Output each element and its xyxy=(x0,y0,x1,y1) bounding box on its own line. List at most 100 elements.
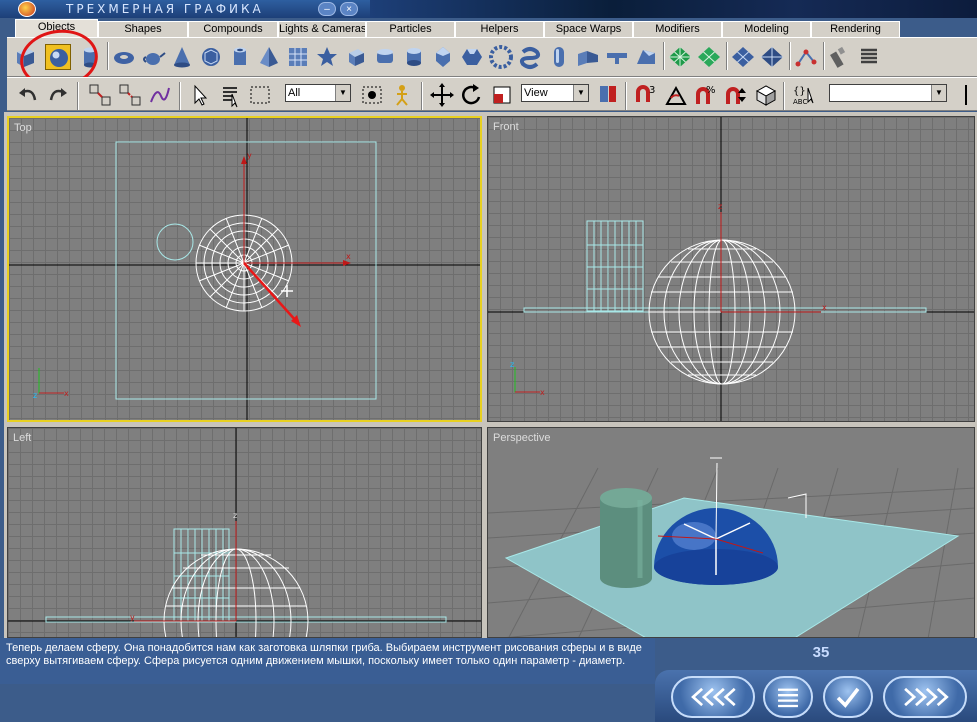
viewport-left[interactable]: y z Left xyxy=(7,427,482,638)
viewport-label-left[interactable]: Left xyxy=(13,432,31,444)
cursor-crosshair-icon xyxy=(281,285,293,297)
spindle-icon[interactable] xyxy=(430,44,456,70)
check-button[interactable] xyxy=(823,676,873,718)
window-crossing-icon[interactable] xyxy=(359,82,385,108)
viewport-label-top[interactable]: Top xyxy=(14,122,32,134)
patch-icon[interactable] xyxy=(696,44,722,70)
svg-text:y: y xyxy=(130,613,135,622)
cone-icon[interactable] xyxy=(169,44,195,70)
select-move-icon[interactable] xyxy=(389,82,415,108)
angle-snap-icon[interactable] xyxy=(663,82,689,108)
plane-icon[interactable] xyxy=(285,44,311,70)
selection-filter-combo[interactable]: All ▼ xyxy=(285,84,351,102)
reference-coord-combo[interactable]: View ▼ xyxy=(521,84,589,102)
toolbar-separator xyxy=(421,82,423,110)
bones-icon[interactable] xyxy=(793,44,819,70)
tab-particles[interactable]: Particles xyxy=(366,21,455,37)
tab-rendering[interactable]: Rendering xyxy=(811,21,900,37)
nurbs-icon[interactable] xyxy=(730,44,756,70)
move-icon[interactable] xyxy=(429,82,455,108)
svg-text:x: x xyxy=(346,252,351,261)
toolbar-separator xyxy=(663,42,665,70)
spray-icon[interactable] xyxy=(827,44,853,70)
pivot-center-icon[interactable] xyxy=(595,82,621,108)
redo-icon[interactable] xyxy=(45,82,71,108)
teapot-icon[interactable] xyxy=(140,44,166,70)
spring-icon[interactable] xyxy=(856,44,882,70)
title-bar: ТРЕХМЕРНАЯ ГРАФИКА – × xyxy=(0,0,977,18)
viewport-label-front[interactable]: Front xyxy=(493,121,519,133)
chevron-down-icon: ▼ xyxy=(573,85,588,101)
pyramid-icon[interactable] xyxy=(256,44,282,70)
tab-modeling[interactable]: Modeling xyxy=(722,21,811,37)
percent-snap-icon[interactable]: % xyxy=(693,82,719,108)
double-left-arrow-icon xyxy=(691,687,736,707)
tab-shapes[interactable]: Shapes xyxy=(98,21,188,37)
surface-icon[interactable] xyxy=(759,44,785,70)
svg-text:x: x xyxy=(64,389,69,398)
cext-icon[interactable] xyxy=(604,44,630,70)
left-view-scene: y z xyxy=(8,428,481,637)
oiltank-icon[interactable] xyxy=(401,44,427,70)
named-selection-icon[interactable] xyxy=(753,82,779,108)
chamfercyl-icon[interactable] xyxy=(372,44,398,70)
prism-icon[interactable] xyxy=(633,44,659,70)
hedra-icon[interactable] xyxy=(314,44,340,70)
snap-3d-icon[interactable]: 3 xyxy=(633,82,659,108)
mirror-icon[interactable] xyxy=(953,82,977,108)
spinner-snap-icon[interactable] xyxy=(723,82,749,108)
select-by-name-icon[interactable] xyxy=(217,82,243,108)
app-logo-icon xyxy=(18,1,36,17)
svg-text:ABC: ABC xyxy=(793,98,807,106)
viewport-front[interactable]: x z z x Front xyxy=(487,116,975,422)
scale-icon[interactable] xyxy=(489,82,515,108)
object-toolbar xyxy=(7,37,977,77)
contents-button[interactable] xyxy=(763,676,813,718)
tab-space-warps[interactable]: Space Warps xyxy=(544,21,633,37)
edit-named-selection-icon[interactable]: {} ABC xyxy=(791,82,817,108)
select-arrow-icon[interactable] xyxy=(187,82,213,108)
cylinder-wireframe xyxy=(586,220,644,312)
viewport-perspective[interactable]: Perspective xyxy=(487,427,975,638)
capsule-icon[interactable] xyxy=(546,44,572,70)
svg-text:3: 3 xyxy=(649,85,655,96)
link-icon[interactable] xyxy=(87,82,113,108)
rotate-icon[interactable] xyxy=(459,82,485,108)
tab-helpers[interactable]: Helpers xyxy=(455,21,544,37)
toolbar-separator xyxy=(783,82,785,110)
tab-lights-cameras[interactable]: Lights & Cameras xyxy=(278,21,366,37)
svg-text:z: z xyxy=(510,360,514,369)
command-tabs: Objects Shapes Compounds Lights & Camera… xyxy=(0,18,977,37)
bind-spacewarp-icon[interactable] xyxy=(147,82,173,108)
torusknot-icon[interactable] xyxy=(517,44,543,70)
svg-text:z: z xyxy=(233,511,237,520)
ringwave-icon[interactable] xyxy=(488,44,514,70)
double-right-arrow-icon xyxy=(904,687,949,707)
torus-icon[interactable] xyxy=(111,44,137,70)
next-page-button[interactable] xyxy=(883,676,967,718)
svg-text:x: x xyxy=(540,388,545,397)
geosphere-icon[interactable] xyxy=(198,44,224,70)
tab-modifiers[interactable]: Modifiers xyxy=(633,21,722,37)
lext-icon[interactable] xyxy=(575,44,601,70)
grid-icon[interactable] xyxy=(667,44,693,70)
gengon-icon[interactable] xyxy=(459,44,485,70)
undo-icon[interactable] xyxy=(15,82,41,108)
svg-text:z: z xyxy=(33,391,37,400)
tab-compounds[interactable]: Compounds xyxy=(188,21,278,37)
toolbar-separator xyxy=(789,42,791,70)
main-toolbar: All ▼ View ▼ 3 % {} ABC ▼ xyxy=(7,77,977,111)
close-button[interactable]: × xyxy=(340,2,358,16)
top-view-scene: x y z x xyxy=(9,118,480,420)
unlink-icon[interactable] xyxy=(117,82,143,108)
first-page-button[interactable] xyxy=(671,676,755,718)
toolbar-separator xyxy=(726,42,728,70)
tube-icon[interactable] xyxy=(227,44,253,70)
chamferbox-icon[interactable] xyxy=(343,44,369,70)
viewport-label-perspective[interactable]: Perspective xyxy=(493,432,550,444)
viewport-top[interactable]: x y z x Top xyxy=(7,116,482,422)
minimize-button[interactable]: – xyxy=(318,2,336,16)
region-select-icon[interactable] xyxy=(247,82,273,108)
chevron-down-icon: ▼ xyxy=(335,85,350,101)
named-selection-combo[interactable]: ▼ xyxy=(829,84,947,102)
